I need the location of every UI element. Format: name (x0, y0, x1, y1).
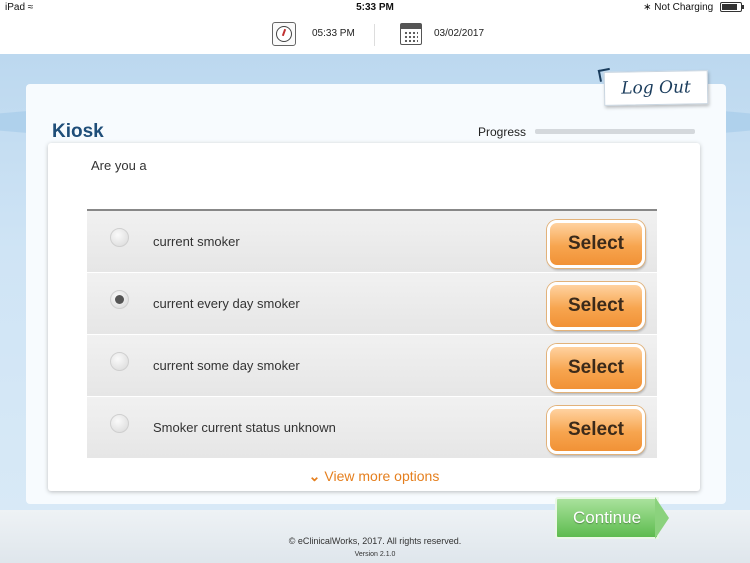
battery-icon (720, 2, 744, 13)
select-button[interactable]: Select (547, 282, 645, 330)
radio-button[interactable] (110, 290, 129, 309)
option-row[interactable]: Smoker current status unknown Select (87, 397, 657, 459)
question-prompt: Are you a (91, 158, 147, 173)
progress-label: Progress (478, 125, 527, 139)
chevron-down-icon: ⌄ (308, 468, 321, 484)
radio-button[interactable] (110, 414, 129, 433)
battery-status: ∗ Not Charging (643, 2, 744, 13)
option-row[interactable]: current some day smoker Select (87, 335, 657, 397)
version-text: Version 2.1.0 (354, 551, 396, 558)
top-info-bar: 05:33 PM 03/02/2017 (0, 16, 750, 54)
select-button[interactable]: Select (547, 406, 645, 454)
status-bar: iPad ≈ 5:33 PM ∗ Not Charging (0, 0, 750, 16)
question-card: Are you a current smoker Select current … (48, 143, 700, 491)
logout-button[interactable]: Log Out (603, 70, 709, 106)
option-label: current smoker (153, 234, 240, 249)
option-label: Smoker current status unknown (153, 420, 336, 435)
calendar-icon (400, 23, 422, 45)
radio-button[interactable] (110, 352, 129, 371)
continue-button[interactable]: Continue (555, 497, 659, 539)
option-row[interactable]: current smoker Select (87, 211, 657, 273)
page-title: Kiosk (52, 121, 104, 142)
view-more-options[interactable]: ⌄ View more options (48, 468, 700, 485)
continue-arrow (655, 497, 669, 539)
copyright-text: © eClinicalWorks, 2017. All rights reser… (288, 536, 462, 546)
option-label: current some day smoker (153, 358, 300, 373)
option-label: current every day smoker (153, 296, 300, 311)
divider (374, 24, 375, 46)
clock-icon (272, 22, 296, 46)
bluetooth-icon: ∗ (643, 2, 652, 13)
select-button[interactable]: Select (547, 220, 645, 268)
progress-bar (535, 129, 695, 134)
status-time: 5:33 PM (356, 2, 394, 13)
option-row[interactable]: current every day smoker Select (87, 273, 657, 335)
radio-button[interactable] (110, 228, 129, 247)
current-time: 05:33 PM (312, 28, 355, 39)
current-date: 03/02/2017 (434, 28, 485, 39)
select-button[interactable]: Select (547, 344, 645, 392)
options-list: current smoker Select current every day … (87, 211, 657, 459)
